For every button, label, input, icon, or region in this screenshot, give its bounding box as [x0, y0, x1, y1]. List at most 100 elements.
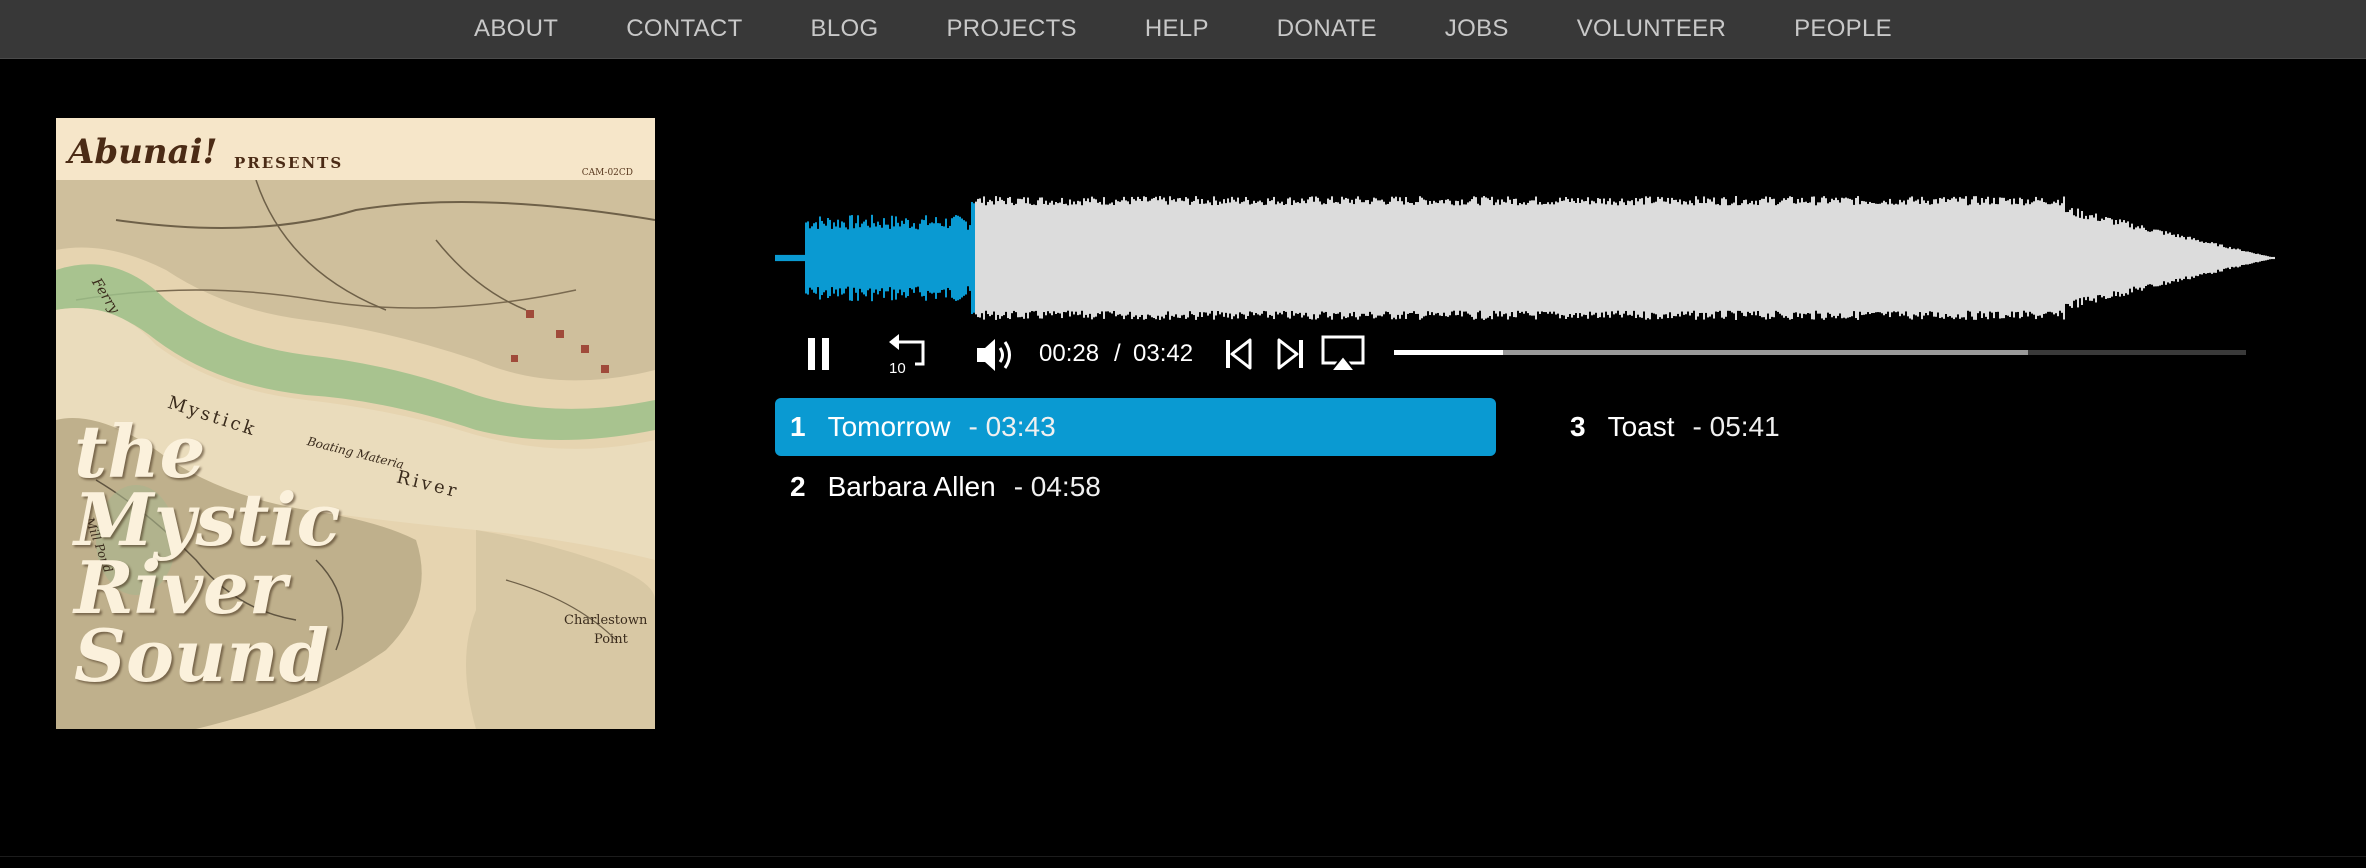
- waveform-bar: [1545, 203, 1547, 313]
- waveform-bar: [787, 254, 789, 262]
- waveform-bar: [1699, 202, 1701, 314]
- waveform-bar: [1393, 198, 1395, 318]
- nav-help[interactable]: HELP: [1111, 15, 1243, 43]
- nav-projects[interactable]: PROJECTS: [912, 15, 1110, 43]
- cover-catalog-code: CAM-02CD: [581, 168, 633, 178]
- waveform-bar: [1229, 202, 1231, 314]
- waveform-bar: [1407, 202, 1409, 314]
- waveform-bar: [831, 228, 833, 288]
- waveform-bar: [1843, 198, 1845, 318]
- volume-icon[interactable]: [975, 336, 1017, 374]
- nav-volunteer[interactable]: VOLUNTEER: [1543, 15, 1760, 43]
- waveform-bar: [1219, 201, 1221, 315]
- waveform-bar: [1091, 196, 1093, 320]
- nav-jobs[interactable]: JOBS: [1411, 15, 1543, 43]
- waveform-bar: [1111, 202, 1113, 314]
- waveform-bar: [1257, 201, 1259, 315]
- rewind-10-icon[interactable]: 10: [885, 332, 929, 376]
- track-item-2[interactable]: 2 Barbara Allen - 04:58: [775, 458, 1496, 516]
- waveform-bar: [939, 223, 941, 293]
- waveform-bar: [1663, 201, 1665, 315]
- waveform-bar: [1065, 203, 1067, 313]
- waveform-bar: [1525, 204, 1527, 312]
- waveform-bar: [1589, 204, 1591, 312]
- waveform-bar: [1339, 203, 1341, 313]
- waveform-bar: [927, 225, 929, 291]
- waveform-bar: [1595, 203, 1597, 313]
- waveform-bar: [1701, 203, 1703, 313]
- airplay-icon[interactable]: [1320, 334, 1366, 374]
- waveform-seekbar[interactable]: [775, 190, 2275, 335]
- waveform-bar: [1357, 196, 1359, 320]
- waveform-bar: [893, 226, 895, 290]
- waveform-bar: [1821, 197, 1823, 319]
- waveform-bar: [1429, 200, 1431, 316]
- nav-blog[interactable]: BLOG: [777, 15, 913, 43]
- waveform-bar: [821, 220, 823, 296]
- waveform-bar: [1463, 204, 1465, 312]
- waveform-bar: [1123, 196, 1125, 320]
- waveform-bar: [1051, 200, 1053, 316]
- waveform-bar: [1767, 202, 1769, 314]
- waveform-bar: [1337, 202, 1339, 314]
- total-duration: 03:42: [1133, 340, 1194, 367]
- waveform-bar: [1305, 203, 1307, 313]
- waveform-bar: [1349, 202, 1351, 314]
- waveform-bar: [1173, 199, 1175, 317]
- waveform-bar: [1947, 199, 1949, 317]
- nav-people[interactable]: PEOPLE: [1760, 15, 1926, 43]
- next-track-icon[interactable]: [1275, 338, 1305, 370]
- waveform-bar: [1639, 198, 1641, 318]
- waveform-bar: [797, 254, 799, 262]
- waveform-bar: [1997, 204, 1999, 312]
- waveform-bar: [1859, 204, 1861, 312]
- waveform-bar: [835, 226, 837, 290]
- nav-about[interactable]: ABOUT: [440, 15, 592, 43]
- progress-bar[interactable]: [1394, 350, 2246, 355]
- track-title: Toast: [1607, 411, 1675, 442]
- waveform-bar: [2089, 215, 2091, 301]
- track-item-1[interactable]: 1 Tomorrow - 03:43: [775, 398, 1496, 456]
- waveform-bar: [1759, 200, 1761, 316]
- waveform-bar: [1651, 203, 1653, 313]
- waveform-bar: [1931, 204, 1933, 312]
- waveform-bar: [1189, 204, 1191, 312]
- waveform-bar: [1135, 200, 1137, 316]
- waveform-bar: [1907, 199, 1909, 317]
- waveform-bar: [1215, 200, 1217, 316]
- waveform-bar: [2053, 201, 2055, 315]
- waveform-bar: [2109, 218, 2111, 298]
- nav-donate[interactable]: DONATE: [1243, 15, 1411, 43]
- waveform-bar: [1147, 201, 1149, 315]
- waveform-bar: [923, 220, 925, 296]
- waveform-bar: [1387, 203, 1389, 313]
- waveform-bar: [1965, 196, 1967, 320]
- waveform-bar: [1373, 197, 1375, 319]
- waveform-bar: [1359, 199, 1361, 317]
- waveform-bar: [857, 215, 859, 301]
- track-number: 3: [1570, 411, 1586, 442]
- waveform-bar: [1893, 204, 1895, 312]
- waveform-bar: [2237, 248, 2239, 268]
- track-item-3[interactable]: 3 Toast - 05:41: [1555, 398, 2276, 456]
- waveform-bar: [1853, 204, 1855, 312]
- waveform-bar: [1287, 198, 1289, 318]
- waveform-bar: [1957, 201, 1959, 315]
- waveform-bar: [1547, 202, 1549, 314]
- waveform-bar: [1619, 201, 1621, 315]
- waveform-bar: [1119, 201, 1121, 315]
- waveform-bar: [879, 224, 881, 292]
- waveform-bar: [1605, 204, 1607, 312]
- waveform-bar: [1113, 205, 1115, 311]
- previous-track-icon[interactable]: [1224, 338, 1254, 370]
- pause-icon[interactable]: [805, 336, 833, 372]
- waveform-bar: [921, 219, 923, 297]
- waveform-bar: [2017, 204, 2019, 312]
- waveform-bar: [1553, 204, 1555, 312]
- waveform-bar: [1653, 202, 1655, 314]
- nav-contact[interactable]: CONTACT: [592, 15, 776, 43]
- waveform-bar: [2159, 230, 2161, 286]
- waveform-bar: [863, 221, 865, 295]
- waveform-bar: [947, 228, 949, 288]
- waveform-bar: [953, 216, 955, 300]
